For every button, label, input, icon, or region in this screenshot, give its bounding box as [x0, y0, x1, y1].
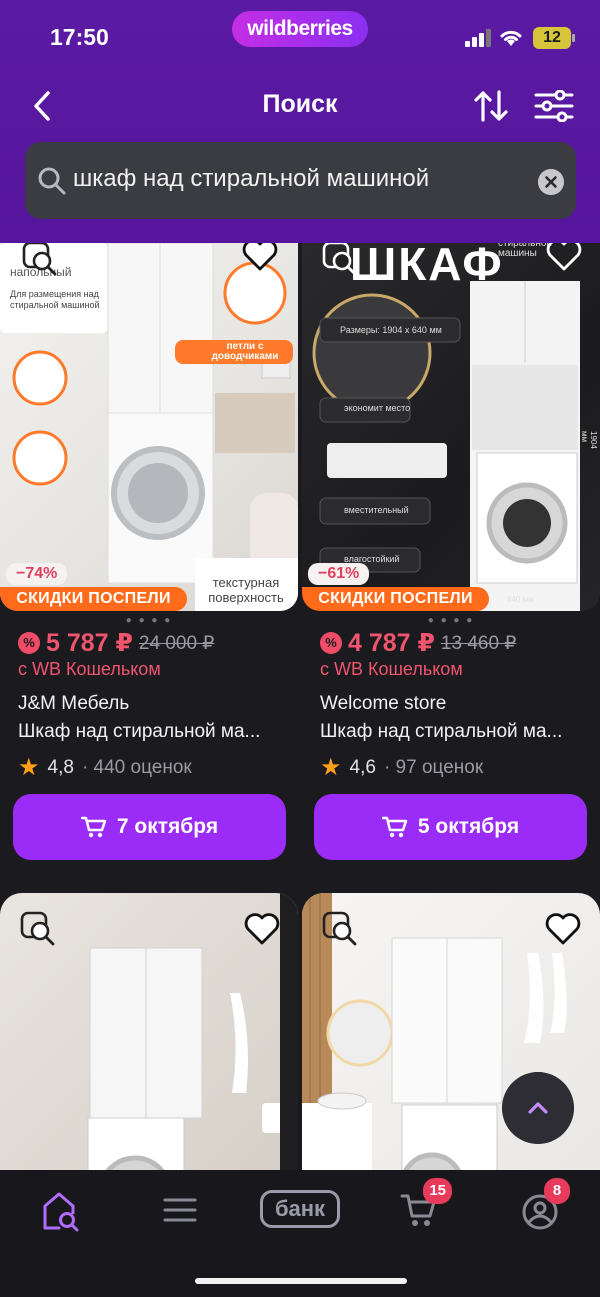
- product-image[interactable]: [0, 893, 298, 1170]
- search-icon: [38, 167, 66, 195]
- heart-icon[interactable]: [242, 909, 282, 949]
- heart-icon[interactable]: [543, 909, 583, 949]
- home-indicator: [195, 1278, 407, 1284]
- price-block: % 5 787 ₽ 24 000 ₽ с WB Кошельком J&M Ме…: [18, 628, 288, 782]
- discount-badge: −61%: [308, 563, 370, 585]
- product-image[interactable]: напольный Для размещения над стиральной …: [0, 243, 298, 611]
- battery-indicator: 12: [533, 27, 575, 49]
- find-similar-icon[interactable]: [320, 243, 360, 279]
- wallet-percent-icon: %: [320, 632, 342, 654]
- find-similar-icon[interactable]: [320, 909, 360, 949]
- product-image[interactable]: ШКАФ стиральной машины Размеры: 1904 x 6…: [302, 243, 600, 611]
- product-grid: напольный Для размещения над стиральной …: [0, 243, 600, 1170]
- status-time: 17:50: [50, 24, 109, 50]
- image-text-feature: вместительный: [344, 505, 409, 515]
- search-input[interactable]: шкаф над стиральной машиной: [73, 165, 429, 193]
- image-text-caption: текстурная поверхность: [208, 575, 284, 605]
- image-text-size: Размеры: 1904 x 640 мм: [340, 325, 442, 335]
- old-price: 24 000 ₽: [138, 632, 215, 654]
- home-search-tab-icon[interactable]: [35, 1188, 95, 1232]
- product-card[interactable]: напольный Для размещения над стиральной …: [0, 243, 298, 883]
- profile-tab[interactable]: 8: [510, 1178, 570, 1232]
- seller-name: Welcome store: [320, 693, 447, 714]
- sort-icon[interactable]: [472, 88, 510, 124]
- discount-badge: −74%: [6, 563, 68, 585]
- wifi-icon: [500, 30, 522, 46]
- search-bar[interactable]: шкаф над стиральной машиной: [25, 142, 576, 219]
- image-text-feature: экономит место: [344, 403, 411, 413]
- add-to-cart-button[interactable]: 7 октября: [13, 794, 286, 860]
- wallet-note: с WB Кошельком: [18, 659, 161, 679]
- product-card[interactable]: [0, 893, 298, 1170]
- wallet-percent-icon: %: [18, 632, 40, 654]
- rating: ★ 4,6 · 97 оценок: [320, 753, 590, 782]
- delivery-date: 5 октября: [417, 815, 520, 838]
- star-icon: ★: [320, 754, 342, 781]
- reviews-count: · 97 оценок: [383, 756, 484, 778]
- nav-bar: Поиск: [0, 78, 600, 134]
- product-card[interactable]: ШКАФ стиральной машины Размеры: 1904 x 6…: [302, 243, 600, 883]
- cart-tab[interactable]: 15: [390, 1178, 452, 1232]
- image-text-dim: 640 мм: [507, 595, 534, 604]
- old-price: 13 460 ₽: [440, 632, 517, 654]
- current-price: 4 787 ₽: [348, 629, 435, 657]
- cart-icon: [381, 816, 408, 838]
- heart-icon[interactable]: [544, 243, 584, 275]
- image-pager-dots: ● ● ● ●: [125, 615, 173, 626]
- image-text-badge: петли с доводчиками: [211, 341, 279, 362]
- filter-icon[interactable]: [534, 90, 574, 122]
- signal-icon: [465, 29, 491, 47]
- promo-label: СКИДКИ ПОСПЕЛИ: [0, 587, 187, 611]
- delivery-date: 7 октября: [116, 815, 219, 838]
- price-block: % 4 787 ₽ 13 460 ₽ с WB Кошельком Welcom…: [320, 628, 590, 782]
- star-icon: ★: [18, 754, 40, 781]
- wallet-note: с WB Кошельком: [320, 659, 463, 679]
- seller-name: J&M Мебель: [18, 693, 130, 714]
- image-text-brand: ШКАФ: [350, 243, 504, 290]
- cart-badge: 15: [423, 1178, 452, 1204]
- find-similar-icon[interactable]: [20, 243, 60, 279]
- rating: ★ 4,8 · 440 оценок: [18, 753, 288, 782]
- scroll-to-top-button[interactable]: [502, 1072, 574, 1144]
- header: 17:50 wildberries 12 Поиск шкаф над стир…: [0, 0, 600, 243]
- catalog-tab-icon[interactable]: [150, 1188, 210, 1232]
- page-title: Поиск: [262, 90, 338, 118]
- brand-logo: wildberries: [232, 11, 368, 47]
- rating-value: 4,8: [47, 756, 74, 778]
- add-to-cart-button[interactable]: 5 октября: [314, 794, 587, 860]
- clear-search-icon[interactable]: [538, 169, 564, 195]
- product-name[interactable]: Шкаф над стиральной ма...: [18, 721, 288, 743]
- promo-label: СКИДКИ ПОСПЕЛИ: [302, 587, 489, 611]
- cart-icon: [80, 816, 107, 838]
- status-bar: 17:50 wildberries 12: [0, 0, 600, 76]
- profile-badge: 8: [544, 1178, 570, 1204]
- image-text-hint: Для размещения над стиральной машиной: [10, 289, 100, 310]
- image-pager-dots: ● ● ● ●: [427, 615, 475, 626]
- reviews-count: · 440 оценок: [81, 756, 192, 778]
- find-similar-icon[interactable]: [18, 909, 58, 949]
- bank-tab[interactable]: банк: [260, 1190, 340, 1228]
- image-text-height: 1904 мм: [580, 431, 598, 449]
- current-price: 5 787 ₽: [46, 629, 133, 657]
- heart-icon[interactable]: [240, 243, 280, 275]
- rating-value: 4,6: [349, 756, 376, 778]
- product-name[interactable]: Шкаф над стиральной ма...: [320, 721, 590, 743]
